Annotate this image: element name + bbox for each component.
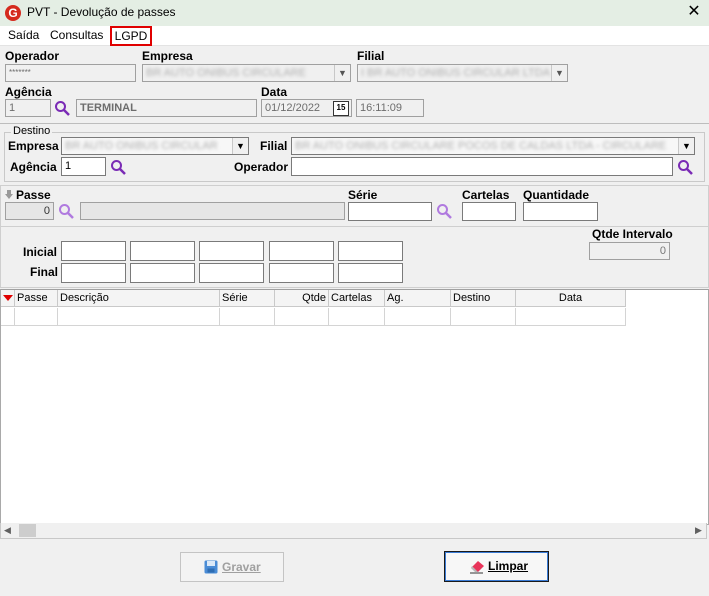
agencia-field: 1 (5, 99, 51, 117)
chevron-down-icon: ▼ (232, 138, 248, 154)
destino-operador-input[interactable] (291, 157, 673, 176)
scroll-right-icon[interactable]: ▶ (695, 525, 702, 536)
grid-header-ag[interactable]: Ag. (385, 290, 451, 307)
table-cell[interactable] (385, 308, 451, 326)
menu-lgpd[interactable]: LGPD (110, 26, 152, 46)
passe-label: Passe (16, 188, 51, 202)
table-cell[interactable] (275, 308, 329, 326)
save-icon (204, 560, 218, 574)
chevron-down-icon: ▼ (678, 138, 694, 154)
passe-field: 0 (5, 202, 54, 220)
quantidade-input[interactable] (523, 202, 598, 221)
table-cell[interactable] (516, 308, 626, 326)
menu-saida[interactable]: Saída (8, 28, 39, 42)
menu-bar: Saída Consultas LGPD (0, 26, 709, 46)
close-icon[interactable]: ✕ (684, 2, 704, 22)
inicial-label: Inicial (23, 245, 58, 259)
limpar-button[interactable]: Limpar (444, 551, 549, 582)
inicial-input-2[interactable] (130, 241, 195, 261)
menu-consultas[interactable]: Consultas (50, 28, 103, 42)
chevron-down-icon: ▼ (334, 65, 350, 81)
final-input-1[interactable] (61, 263, 126, 283)
search-icon[interactable] (58, 203, 75, 220)
final-input-2[interactable] (130, 263, 195, 283)
app-logo-icon: G (5, 5, 21, 21)
terminal-field: TERMINAL (76, 99, 257, 117)
sort-down-icon (3, 295, 13, 301)
arrow-down-icon (5, 190, 13, 199)
gravar-button[interactable]: Gravar (180, 552, 284, 582)
date-value: 01/12/2022 (265, 102, 321, 114)
qtde-intervalo-label: Qtde Intervalo (592, 227, 673, 241)
final-input-3[interactable] (199, 263, 264, 283)
final-label: Final (30, 265, 59, 279)
empresa-select: BR AUTO ONIBUS CIRCULARE ▼ (142, 64, 351, 82)
filial-select: I BR AUTO ONIBUS CIRCULAR LTDA ▼ (357, 64, 568, 82)
empresa-label: Empresa (142, 49, 193, 63)
cartelas-input[interactable] (462, 202, 516, 221)
destino-operador-label: Operador (234, 160, 289, 174)
grid-header-qtde[interactable]: Qtde (275, 290, 329, 307)
grid-indicator-header (1, 290, 15, 307)
inicial-input-1[interactable] (61, 241, 126, 261)
chevron-down-icon: ▼ (551, 65, 567, 81)
operador-field: ******* (5, 64, 136, 82)
destino-empresa-label: Empresa (8, 139, 59, 153)
eraser-icon (470, 561, 484, 574)
destino-agencia-input[interactable]: 1 (61, 157, 106, 176)
destino-filial-label: Filial (260, 139, 288, 153)
scroll-left-icon[interactable]: ◀ (4, 525, 11, 536)
destino-agencia-label: Agência (10, 160, 57, 174)
grid-header-data[interactable]: Data (516, 290, 626, 307)
descricao-field (80, 202, 345, 220)
agencia-label: Agência (5, 85, 52, 99)
search-icon[interactable] (54, 100, 71, 117)
table-cell[interactable] (15, 308, 58, 326)
serie-label: Série (348, 188, 378, 202)
filial-label: Filial (357, 49, 385, 63)
destino-empresa-select[interactable]: BR AUTO ONIBUS CIRCULAR ▼ (61, 137, 249, 155)
destino-filial-value: BR AUTO ONIBUS CIRCULARE POCOS DE CALDAS… (295, 140, 667, 152)
search-icon[interactable] (436, 203, 453, 220)
grid-header-descricao[interactable]: Descrição (58, 290, 220, 307)
grid-header-serie[interactable]: Série (220, 290, 275, 307)
inicial-input-3[interactable] (199, 241, 264, 261)
cartelas-label: Cartelas (462, 188, 510, 202)
date-field: 01/12/2022 15 (261, 99, 352, 117)
table-cell[interactable] (451, 308, 516, 326)
qtde-intervalo-field: 0 (589, 242, 670, 260)
table-cell[interactable] (58, 308, 220, 326)
limpar-label: Limpar (488, 559, 529, 573)
operador-label: Operador (5, 49, 60, 63)
destino-empresa-value: BR AUTO ONIBUS CIRCULAR (65, 140, 218, 152)
grid-header-cartelas[interactable]: Cartelas (329, 290, 385, 307)
window-title: PVT - Devolução de passes (27, 5, 176, 19)
table-cell[interactable] (220, 308, 275, 326)
separator (0, 123, 709, 124)
calendar-icon[interactable]: 15 (333, 101, 349, 116)
passes-grid[interactable]: Passe Descrição Série Qtde Cartelas Ag. … (0, 289, 709, 525)
data-label: Data (261, 85, 288, 99)
inicial-input-4[interactable] (269, 241, 334, 261)
grid-header-passe[interactable]: Passe (15, 290, 58, 307)
search-icon[interactable] (110, 159, 127, 176)
quantidade-label: Quantidade (523, 188, 590, 202)
table-row[interactable] (1, 308, 15, 326)
horizontal-scrollbar[interactable]: ◀ ▶ (0, 523, 707, 539)
destino-filial-select[interactable]: BR AUTO ONIBUS CIRCULARE POCOS DE CALDAS… (291, 137, 695, 155)
serie-input[interactable] (348, 202, 432, 221)
scroll-thumb[interactable] (19, 524, 36, 537)
final-input-5[interactable] (338, 263, 403, 283)
empresa-value: BR AUTO ONIBUS CIRCULARE (146, 67, 306, 79)
time-field: 16:11:09 (356, 99, 424, 117)
search-icon[interactable] (677, 159, 694, 176)
grid-header-destino[interactable]: Destino (451, 290, 516, 307)
gravar-label: Gravar (222, 560, 261, 574)
final-input-4[interactable] (269, 263, 334, 283)
destino-group-label: Destino (11, 125, 53, 137)
table-cell[interactable] (329, 308, 385, 326)
filial-value: I BR AUTO ONIBUS CIRCULAR LTDA (361, 67, 551, 79)
inicial-input-5[interactable] (338, 241, 403, 261)
